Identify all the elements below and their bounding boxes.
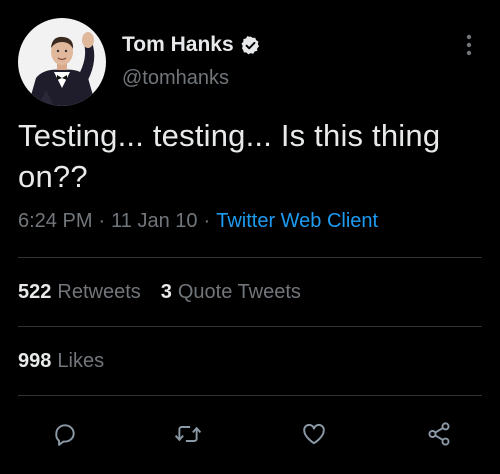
divider (18, 257, 482, 258)
tweet-date[interactable]: 11 Jan 10 (111, 210, 197, 232)
retweets-label: Retweets (57, 281, 141, 303)
share-icon (428, 422, 450, 446)
more-vertical-icon (466, 34, 472, 56)
comment-icon (55, 424, 75, 446)
divider (18, 395, 482, 396)
handle[interactable]: @tomhanks (122, 67, 229, 90)
author-name-row: Tom Hanks (122, 33, 261, 57)
avatar[interactable] (18, 18, 106, 106)
retweet-button[interactable] (168, 414, 208, 454)
tweet-detail: Tom Hanks @tomhanks Testing... testing..… (0, 0, 500, 474)
quotes-count: 3 (160, 281, 172, 303)
reply-button[interactable] (45, 414, 85, 454)
separator: · (203, 210, 211, 232)
tweet-time[interactable]: 6:24 PM (18, 210, 92, 232)
divider (18, 326, 482, 327)
likes-stats: 998 Likes (18, 350, 104, 373)
tweet-text: Testing... testing... Is this thing on?? (18, 118, 441, 194)
retweets-stat[interactable]: 522 Retweets (18, 281, 141, 304)
verified-badge-icon (240, 35, 261, 56)
retweets-count: 522 (18, 281, 52, 303)
engagement-stats: 522 Retweets 3 Quote Tweets (18, 281, 301, 304)
display-name[interactable]: Tom Hanks (122, 33, 234, 57)
quotes-stat[interactable]: 3 Quote Tweets (161, 281, 301, 304)
heart-icon (303, 423, 325, 445)
more-options-button[interactable] (459, 30, 479, 60)
like-button[interactable] (294, 414, 334, 454)
profile-photo-icon (18, 18, 106, 106)
client-link[interactable]: Twitter Web Client (216, 210, 378, 232)
action-bar (0, 414, 500, 458)
likes-count: 998 (18, 350, 52, 372)
retweet-icon (174, 426, 202, 442)
quotes-label: Quote Tweets (177, 281, 301, 303)
separator: · (98, 210, 106, 232)
likes-stat[interactable]: 998 Likes (18, 350, 104, 373)
tweet-metadata: 6:24 PM · 11 Jan 10 · Twitter Web Client (18, 210, 378, 233)
likes-label: Likes (57, 350, 105, 372)
share-button[interactable] (419, 414, 459, 454)
